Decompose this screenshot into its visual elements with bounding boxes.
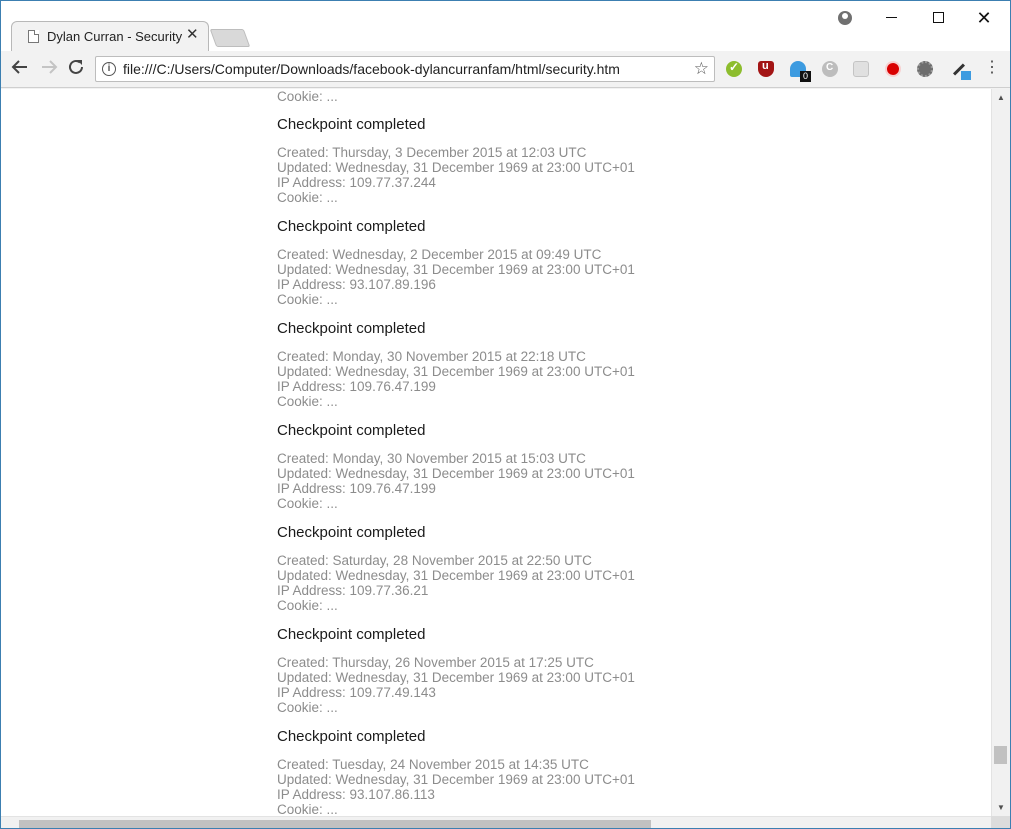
checkpoint-entry: Checkpoint completed Created: Wednesday,…	[277, 218, 877, 307]
entry-cookie: Cookie: ...	[277, 394, 338, 409]
horizontal-scrollbar[interactable]	[1, 816, 991, 828]
reload-icon	[69, 59, 83, 74]
entry-ip: IP Address: 93.107.86.113	[277, 787, 435, 802]
tab-title: Dylan Curran - Security	[47, 29, 183, 44]
entry-ip: IP Address: 109.77.49.143	[277, 685, 436, 700]
checkpoint-entry: Checkpoint completed Created: Thursday, …	[277, 116, 877, 205]
checkpoint-entry: Checkpoint completed Created: Saturday, …	[277, 524, 877, 613]
record-icon[interactable]	[885, 61, 901, 77]
checkpoint-entry: Checkpoint completed Created: Tuesday, 2…	[277, 728, 877, 816]
entry-title: Checkpoint completed	[277, 320, 426, 337]
minimize-icon	[885, 17, 897, 19]
tab-strip: Dylan Curran - Security ✕ ✕	[1, 1, 1010, 51]
menu-kebab-icon[interactable]: ⋮	[984, 60, 1000, 80]
scroll-up-icon[interactable]: ▲	[997, 93, 1005, 102]
entry-updated: Updated: Wednesday, 31 December 1969 at …	[277, 364, 635, 379]
entry-cookie: Cookie: ...	[277, 700, 338, 715]
entry-title: Checkpoint completed	[277, 626, 426, 643]
entry-created: Created: Wednesday, 2 December 2015 at 0…	[277, 247, 602, 262]
eyedropper-icon[interactable]	[951, 59, 971, 80]
extension-c-icon[interactable]	[822, 61, 838, 77]
scroll-down-icon[interactable]: ▼	[997, 803, 1005, 812]
extension-badge: 0	[800, 71, 811, 82]
extension-image-icon[interactable]	[853, 61, 869, 77]
vertical-scrollbar[interactable]: ▲ ▼	[991, 89, 1010, 816]
entry-title: Checkpoint completed	[277, 116, 426, 133]
entry-title: Checkpoint completed	[277, 218, 426, 235]
entry-cookie: Cookie: ...	[277, 496, 338, 511]
entry-ip: IP Address: 109.77.36.21	[277, 583, 429, 598]
gear-extension-icon[interactable]	[917, 61, 933, 77]
entry-created: Created: Thursday, 3 December 2015 at 12…	[277, 145, 587, 160]
entry-created: Created: Monday, 30 November 2015 at 15:…	[277, 451, 586, 466]
extension-check-icon[interactable]	[726, 60, 742, 77]
info-icon[interactable]: i	[102, 62, 116, 76]
browser-toolbar: i file:///C:/Users/Computer/Downloads/fa…	[1, 51, 1010, 88]
entry-ip: IP Address: 93.107.89.196	[277, 277, 436, 292]
entry-title: Checkpoint completed	[277, 524, 426, 541]
scrollbar-corner	[991, 816, 1010, 828]
entry-title: Checkpoint completed	[277, 422, 426, 439]
ublock-icon[interactable]	[758, 60, 774, 77]
minimize-button[interactable]	[871, 5, 911, 31]
entry-created: Created: Monday, 30 November 2015 at 22:…	[277, 349, 586, 364]
close-window-button[interactable]: ✕	[964, 5, 1004, 31]
entry-cookie: Cookie: ...	[277, 802, 338, 816]
horizontal-scroll-thumb[interactable]	[19, 820, 651, 828]
entry-ip: IP Address: 109.77.37.244	[277, 175, 436, 190]
entry-updated: Updated: Wednesday, 31 December 1969 at …	[277, 670, 635, 685]
checkpoint-entry: Checkpoint completed Created: Thursday, …	[277, 626, 877, 715]
entry-title: Checkpoint completed	[277, 728, 426, 745]
entry-cookie: Cookie: ...	[277, 598, 338, 613]
entry-cookie: Cookie: ...	[277, 190, 338, 205]
entry-created: Created: Tuesday, 24 November 2015 at 14…	[277, 757, 589, 772]
checkpoint-entry: Checkpoint completed Created: Monday, 30…	[277, 320, 877, 409]
checkpoint-entry: Checkpoint completed Created: Monday, 30…	[277, 422, 877, 511]
maximize-button[interactable]	[918, 5, 958, 31]
entry-updated: Updated: Wednesday, 31 December 1969 at …	[277, 466, 635, 481]
entry-updated: Updated: Wednesday, 31 December 1969 at …	[277, 772, 635, 787]
entry-updated: Updated: Wednesday, 31 December 1969 at …	[277, 160, 635, 175]
tab-security[interactable]: Dylan Curran - Security ✕	[11, 21, 209, 51]
entry-created: Created: Saturday, 28 November 2015 at 2…	[277, 553, 592, 568]
forward-arrow-icon	[42, 60, 58, 74]
bookmark-star-icon[interactable]: ☆	[694, 59, 709, 79]
entry-ip: IP Address: 109.76.47.199	[277, 481, 436, 496]
browser-window: Dylan Curran - Security ✕ ✕ i file:///C:…	[0, 0, 1011, 829]
maximize-icon	[932, 12, 944, 24]
address-bar[interactable]: i file:///C:/Users/Computer/Downloads/fa…	[95, 56, 715, 82]
entry-created: Created: Thursday, 26 November 2015 at 1…	[277, 655, 594, 670]
tab-close-icon[interactable]: ✕	[186, 27, 199, 43]
page-viewport: Cookie: ... Checkpoint completed Created…	[1, 89, 991, 816]
forward-button[interactable]	[38, 58, 60, 80]
url-text[interactable]: file:///C:/Users/Computer/Downloads/face…	[123, 61, 620, 77]
back-arrow-icon	[11, 60, 27, 74]
page-icon	[28, 30, 39, 43]
vertical-scroll-thumb[interactable]	[994, 746, 1007, 764]
entry-updated: Updated: Wednesday, 31 December 1969 at …	[277, 262, 635, 277]
entry-cookie: Cookie: ...	[277, 292, 338, 307]
reload-button[interactable]	[65, 58, 87, 80]
entry-updated: Updated: Wednesday, 31 December 1969 at …	[277, 568, 635, 583]
entry-ip: IP Address: 109.76.47.199	[277, 379, 436, 394]
new-tab-button[interactable]	[209, 29, 251, 47]
partial-cookie-line: Cookie: ...	[277, 89, 338, 104]
profile-icon[interactable]	[838, 11, 852, 25]
back-button[interactable]	[9, 58, 31, 80]
